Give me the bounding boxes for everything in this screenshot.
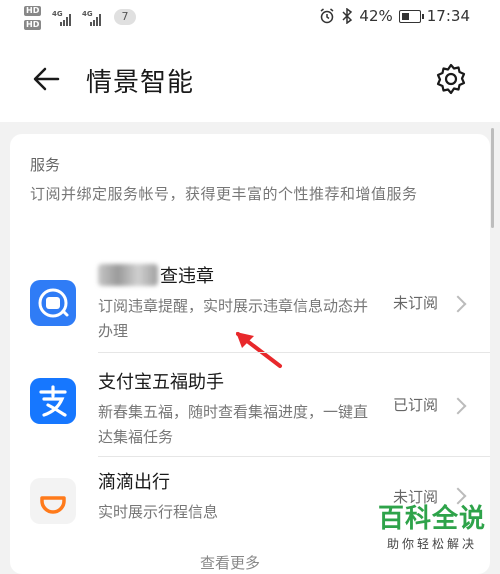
battery-percent: 42% — [359, 7, 393, 25]
page-title: 情景智能 — [86, 68, 195, 98]
back-arrow-icon[interactable] — [30, 62, 64, 96]
service-name: 滴滴出行 — [98, 472, 170, 493]
red-arrow-annotation — [236, 332, 282, 368]
service-description: 新春集五福，随时查看集福进度，一键直达集福任务 — [98, 403, 369, 446]
service-name: 支付宝五福助手 — [98, 372, 224, 393]
status-bar: HD HD 4G 4G 7 42% 17:34 — [0, 0, 500, 36]
clock: 17:34 — [426, 7, 470, 25]
notification-count: 7 — [114, 9, 136, 25]
chevron-right-icon — [449, 397, 467, 415]
bluetooth-icon — [342, 8, 353, 24]
view-more-link[interactable]: 查看更多 — [200, 552, 260, 573]
traffic-violation-icon — [30, 280, 76, 326]
subscription-status: 已订阅 — [392, 396, 438, 414]
didi-icon — [30, 478, 76, 524]
section-description: 订阅并绑定服务帐号，获得更丰富的个性推荐和增值服务 — [30, 185, 418, 203]
title-bar: 情景智能 — [0, 36, 500, 122]
watermark-subtitle: 助你轻松解决 — [386, 537, 477, 551]
service-name: 查违章 — [98, 262, 214, 288]
chevron-right-icon — [449, 295, 467, 313]
hd-badge: HD — [24, 6, 42, 16]
section-title: 服务 — [30, 156, 61, 174]
battery-icon — [398, 9, 424, 23]
divider — [98, 456, 490, 457]
service-item-alipay[interactable]: 支付宝五福助手 新春集五福，随时查看集福进度，一键直达集福任务 已订阅 — [10, 368, 490, 468]
divider — [98, 352, 490, 353]
gear-icon[interactable] — [434, 62, 468, 96]
alipay-icon — [30, 378, 76, 424]
watermark-title: 百科全说 — [377, 504, 486, 534]
watermark: 百科全说 助你轻松解决 — [378, 498, 486, 552]
hd-badge: HD — [24, 20, 42, 30]
scrollbar[interactable] — [491, 128, 494, 228]
redacted-text — [98, 264, 158, 286]
subscription-status: 未订阅 — [392, 294, 438, 312]
alarm-icon — [320, 8, 334, 24]
status-right: 42% 17:34 — [319, 7, 470, 25]
service-description: 实时展示行程信息 — [98, 503, 219, 521]
